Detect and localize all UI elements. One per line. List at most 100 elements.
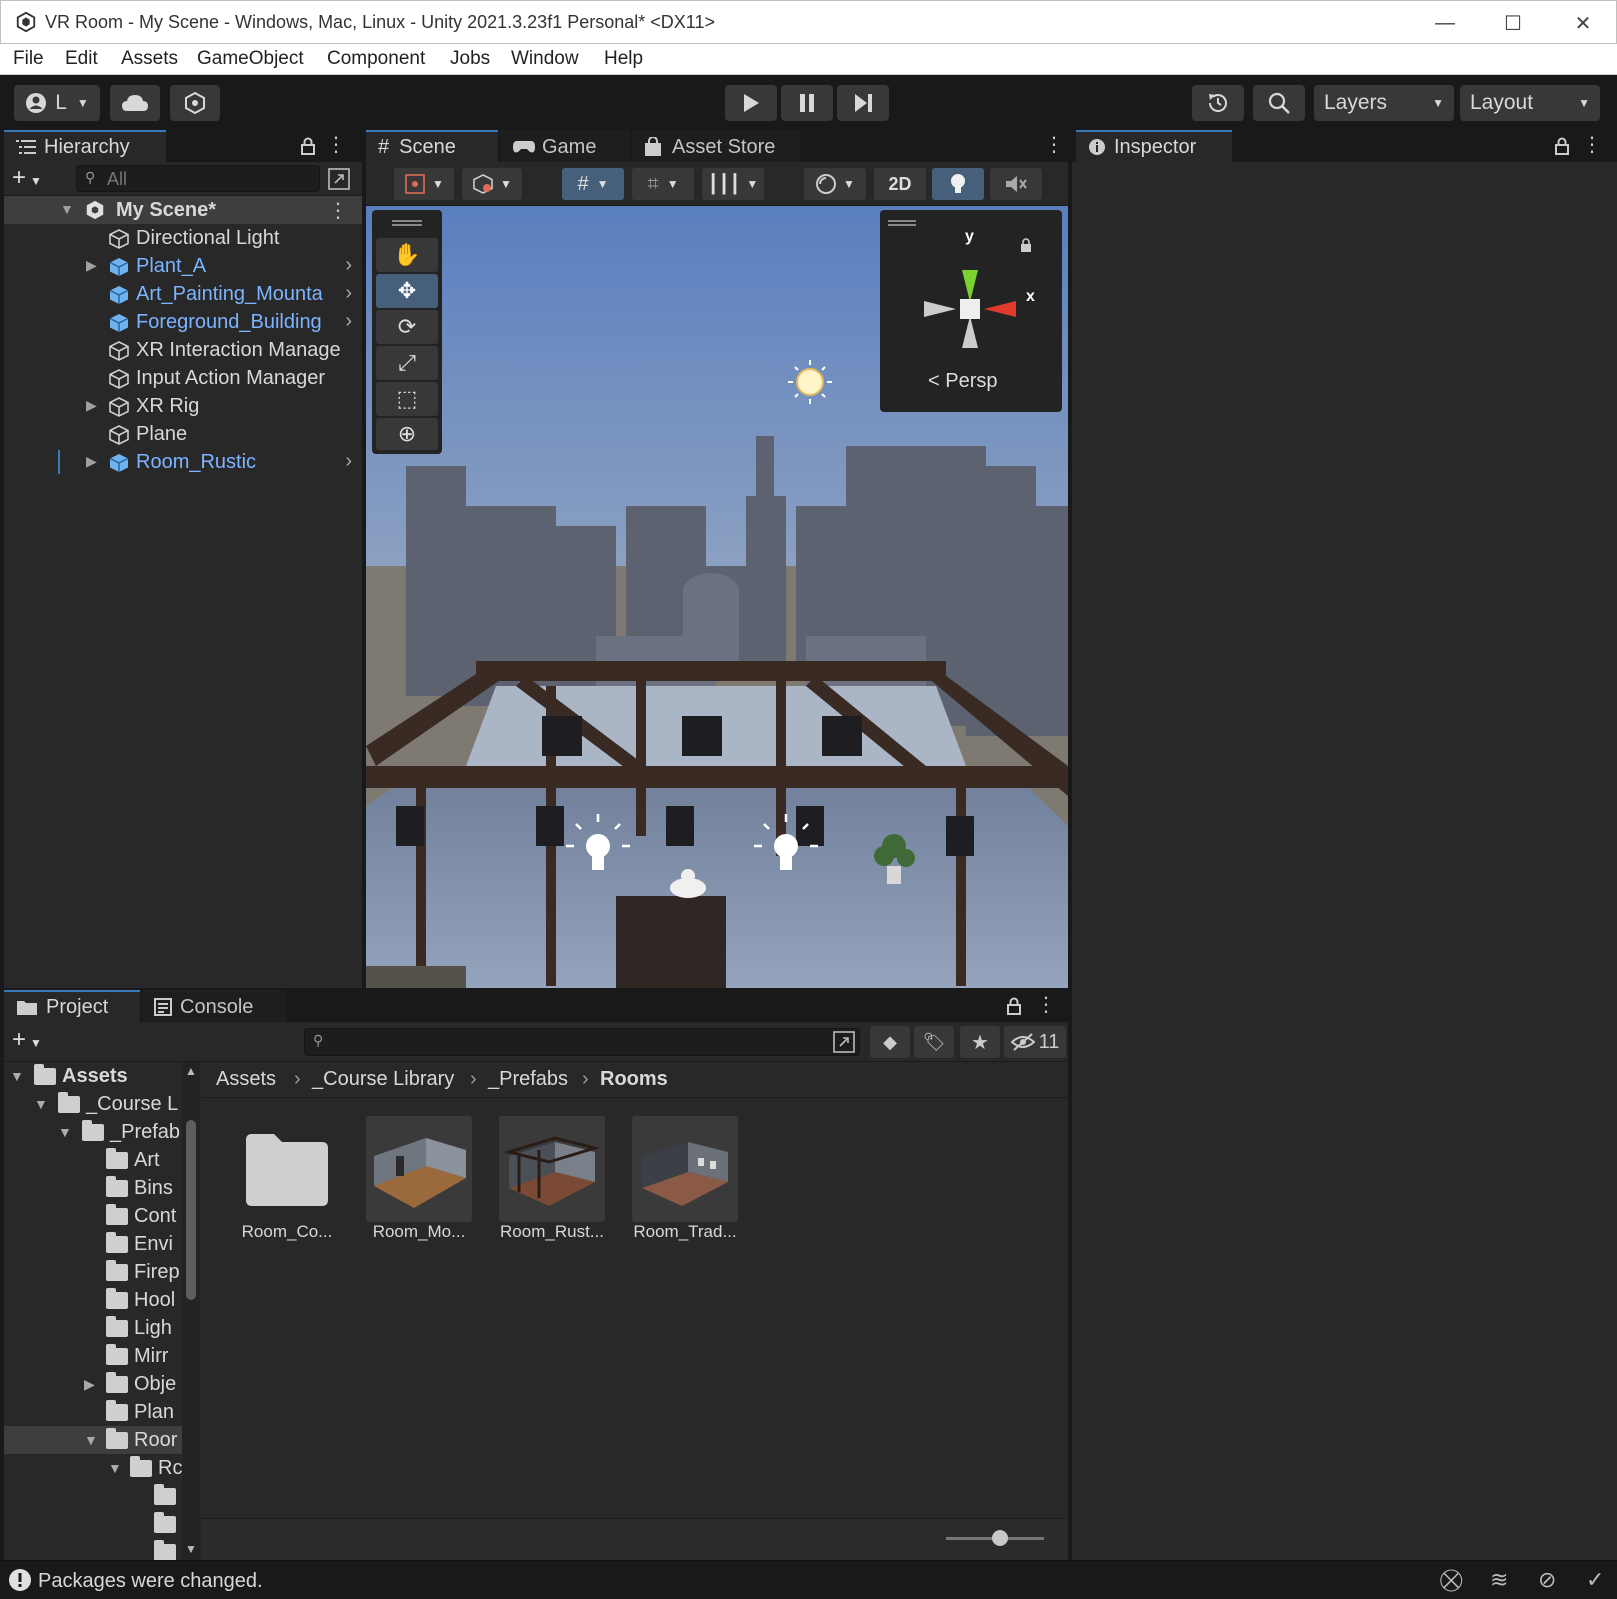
menu-window[interactable]: Window [511, 48, 579, 70]
more-options-icon[interactable]: ⋮ [1044, 132, 1064, 157]
more-options-icon[interactable]: ⋮ [326, 132, 346, 157]
account-dropdown[interactable]: L ▼ [14, 85, 100, 121]
tree-scrollbar[interactable]: ▲ ▼ [182, 1062, 200, 1560]
tree-item[interactable] [4, 1482, 194, 1510]
zoom-slider-thumb[interactable] [992, 1530, 1008, 1546]
layout-dropdown[interactable]: Layout ▼ [1460, 85, 1600, 121]
hierarchy-item[interactable]: Directional Light [4, 224, 362, 252]
scroll-down-icon[interactable]: ▼ [185, 1542, 197, 1556]
tree-item[interactable] [4, 1538, 194, 1560]
add-object-button[interactable]: + ▼ [12, 164, 42, 192]
expand-arrow-icon[interactable]: ▼ [34, 1096, 48, 1112]
tree-item[interactable]: Hool [4, 1286, 194, 1314]
tree-item[interactable]: ▼ _Course L [4, 1090, 194, 1118]
menu-jobs[interactable]: Jobs [450, 48, 490, 70]
orientation-gizmo[interactable]: y x < Persp [880, 210, 1062, 412]
cloud-button[interactable] [110, 85, 160, 121]
expand-arrow-icon[interactable]: ▼ [10, 1068, 24, 1084]
chevron-right-icon[interactable]: › [345, 310, 352, 333]
menu-component[interactable]: Component [327, 48, 425, 70]
overlay-drag-handle[interactable] [888, 220, 916, 226]
tree-item[interactable]: ▼ _Prefab [4, 1118, 194, 1146]
tree-item[interactable]: Firep [4, 1258, 194, 1286]
transform-tool-button[interactable]: ⊕ [376, 418, 438, 450]
lock-icon[interactable] [1554, 137, 1570, 155]
expand-arrow-icon[interactable]: ▶ [86, 397, 97, 414]
pause-button[interactable] [781, 85, 833, 121]
layers-dropdown[interactable]: Layers ▼ [1314, 85, 1454, 121]
step-button[interactable] [837, 85, 889, 121]
hierarchy-item[interactable]: ▶ Plant_A › [4, 252, 362, 280]
tree-item[interactable]: Ligh [4, 1314, 194, 1342]
rotate-tool-button[interactable]: ⟳ [376, 310, 438, 344]
hierarchy-item[interactable]: ▶ Room_Rustic › [4, 448, 362, 476]
grid-visibility-dropdown[interactable]: ┃┃┃ ▼ [702, 168, 764, 200]
more-options-icon[interactable]: ⋮ [1036, 992, 1056, 1017]
hierarchy-search-input[interactable]: ⚲ All [76, 165, 320, 192]
create-asset-button[interactable]: + ▼ [12, 1026, 42, 1054]
expand-arrow-icon[interactable]: ▼ [60, 201, 74, 217]
asset-item[interactable]: Room_Co... [232, 1116, 342, 1256]
draw-mode-dropdown[interactable]: ▼ [394, 168, 454, 200]
search-button[interactable] [1253, 85, 1305, 121]
progress-check-icon[interactable]: ✓ [1586, 1567, 1604, 1593]
tree-item[interactable]: ▼ Assets [4, 1062, 194, 1090]
tree-item[interactable]: Envi [4, 1230, 194, 1258]
tree-item[interactable]: Plan [4, 1398, 194, 1426]
auto-generate-lighting-icon[interactable]: ⊘ [1538, 1567, 1556, 1593]
expand-arrow-icon[interactable]: ▶ [84, 1376, 95, 1393]
tree-item[interactable]: Bins [4, 1174, 194, 1202]
asset-item[interactable]: Room_Mo... [364, 1116, 474, 1256]
tree-item[interactable] [4, 1510, 194, 1538]
rect-tool-button[interactable]: ⬚ [376, 382, 438, 416]
play-button[interactable] [725, 85, 777, 121]
expand-arrow-icon[interactable]: ▼ [108, 1460, 122, 1476]
more-options-icon[interactable]: ⋮ [328, 198, 348, 223]
tab-game[interactable]: Game [500, 130, 630, 162]
expand-arrow-icon[interactable]: ▼ [58, 1124, 72, 1140]
debug-mode-icon[interactable]: ⛒ [1440, 1567, 1462, 1593]
audio-toggle[interactable] [990, 168, 1042, 200]
breadcrumb-item-current[interactable]: Rooms [600, 1068, 668, 1091]
2d-toggle[interactable]: 2D [874, 168, 926, 200]
filter-by-type-button[interactable]: ◆ [870, 1026, 910, 1058]
menu-assets[interactable]: Assets [121, 48, 178, 70]
tab-asset-store[interactable]: Asset Store [632, 130, 800, 162]
undo-history-button[interactable] [1192, 85, 1244, 121]
tree-item-selected[interactable]: ▼ Roor [4, 1426, 194, 1454]
tree-item[interactable]: Art [4, 1146, 194, 1174]
chevron-right-icon[interactable]: › [345, 450, 352, 473]
hierarchy-item[interactable]: ▶ XR Rig [4, 392, 362, 420]
tab-inspector[interactable]: Inspector [1076, 130, 1232, 162]
close-button[interactable]: ✕ [1559, 7, 1607, 39]
overlay-drag-handle[interactable] [392, 220, 422, 226]
tab-scene[interactable]: # Scene [366, 130, 498, 162]
hidden-packages-toggle[interactable]: 11 [1004, 1026, 1066, 1058]
scene-viewport[interactable]: ✋ ✥ ⟳ ⤢ ⬚ ⊕ y x < Persp [366, 206, 1068, 988]
scale-tool-button[interactable]: ⤢ [376, 346, 438, 380]
grid-snap-toggle[interactable]: # ▼ [562, 168, 624, 200]
scene-visibility-icon[interactable] [328, 168, 350, 190]
expand-arrow-icon[interactable]: ▶ [86, 453, 97, 470]
asset-item[interactable]: Room_Trad... [630, 1116, 740, 1256]
favorites-button[interactable]: ★ [960, 1026, 1000, 1058]
move-tool-button[interactable]: ✥ [376, 274, 438, 308]
hierarchy-item[interactable]: Input Action Manager [4, 364, 362, 392]
lock-icon[interactable] [1006, 997, 1022, 1015]
tree-item[interactable]: Mirr [4, 1342, 194, 1370]
chevron-right-icon[interactable]: › [345, 282, 352, 305]
shading-dropdown[interactable]: ▼ [804, 168, 866, 200]
breadcrumb-item[interactable]: Assets [216, 1068, 276, 1091]
menu-gameobject[interactable]: GameObject [197, 48, 304, 70]
tree-item[interactable]: Cont [4, 1202, 194, 1230]
asset-item[interactable]: Room_Rust... [497, 1116, 607, 1256]
lighting-toggle[interactable] [932, 168, 984, 200]
hierarchy-item[interactable]: Foreground_Building › [4, 308, 362, 336]
collab-button[interactable] [170, 85, 220, 121]
tab-project[interactable]: Project [4, 990, 140, 1022]
menu-help[interactable]: Help [604, 48, 643, 70]
tab-console[interactable]: Console [142, 990, 286, 1022]
more-options-icon[interactable]: ⋮ [1582, 132, 1602, 157]
expand-arrow-icon[interactable]: ▼ [84, 1432, 98, 1448]
tree-item[interactable]: ▶ Obje [4, 1370, 194, 1398]
